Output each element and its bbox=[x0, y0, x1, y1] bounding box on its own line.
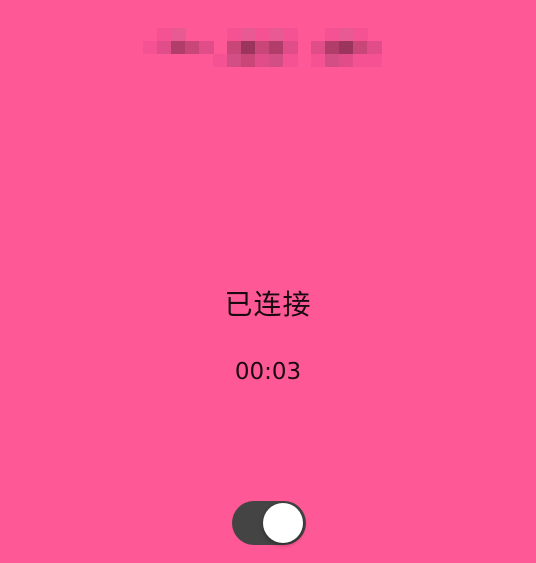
pixel-block bbox=[353, 54, 368, 67]
pixel-block bbox=[325, 28, 340, 41]
pixel-block bbox=[241, 41, 256, 54]
pixel-block bbox=[311, 41, 326, 54]
pixel-block bbox=[283, 54, 298, 67]
pixel-block bbox=[367, 54, 382, 67]
pixel-block bbox=[143, 41, 158, 54]
pixel-block bbox=[241, 28, 256, 41]
pixel-block bbox=[157, 28, 172, 41]
pixel-block bbox=[171, 28, 186, 41]
pixel-block bbox=[283, 41, 298, 54]
call-screen: 已连接 00:03 bbox=[0, 0, 536, 563]
pixel-block bbox=[339, 41, 354, 54]
pixel-block bbox=[367, 41, 382, 54]
pixel-block bbox=[171, 41, 186, 54]
pixel-block bbox=[311, 54, 326, 67]
pixel-block bbox=[199, 41, 214, 54]
pixel-block bbox=[241, 54, 256, 67]
pixel-block bbox=[339, 28, 354, 41]
pixel-block bbox=[353, 41, 368, 54]
pixel-block bbox=[269, 41, 284, 54]
caller-name-pixelated bbox=[143, 28, 383, 68]
pixel-block bbox=[227, 41, 242, 54]
pixel-block bbox=[339, 54, 354, 67]
pixel-block bbox=[353, 28, 368, 41]
pixel-block bbox=[269, 54, 284, 67]
call-duration-timer: 00:03 bbox=[234, 359, 302, 385]
pixel-block bbox=[227, 28, 242, 41]
pixel-block bbox=[185, 41, 200, 54]
pixel-block bbox=[227, 54, 242, 67]
toggle-knob-icon bbox=[263, 503, 303, 543]
pixel-block bbox=[325, 41, 340, 54]
pixel-block bbox=[213, 54, 228, 67]
pixel-block bbox=[255, 54, 270, 67]
pixel-block bbox=[255, 41, 270, 54]
pixel-block bbox=[157, 41, 172, 54]
pixel-block bbox=[325, 54, 340, 67]
call-status-label: 已连接 bbox=[224, 288, 312, 321]
pixel-block bbox=[255, 28, 270, 41]
pixel-block bbox=[269, 28, 284, 41]
pixel-block bbox=[283, 28, 298, 41]
call-toggle-switch[interactable] bbox=[232, 501, 306, 545]
